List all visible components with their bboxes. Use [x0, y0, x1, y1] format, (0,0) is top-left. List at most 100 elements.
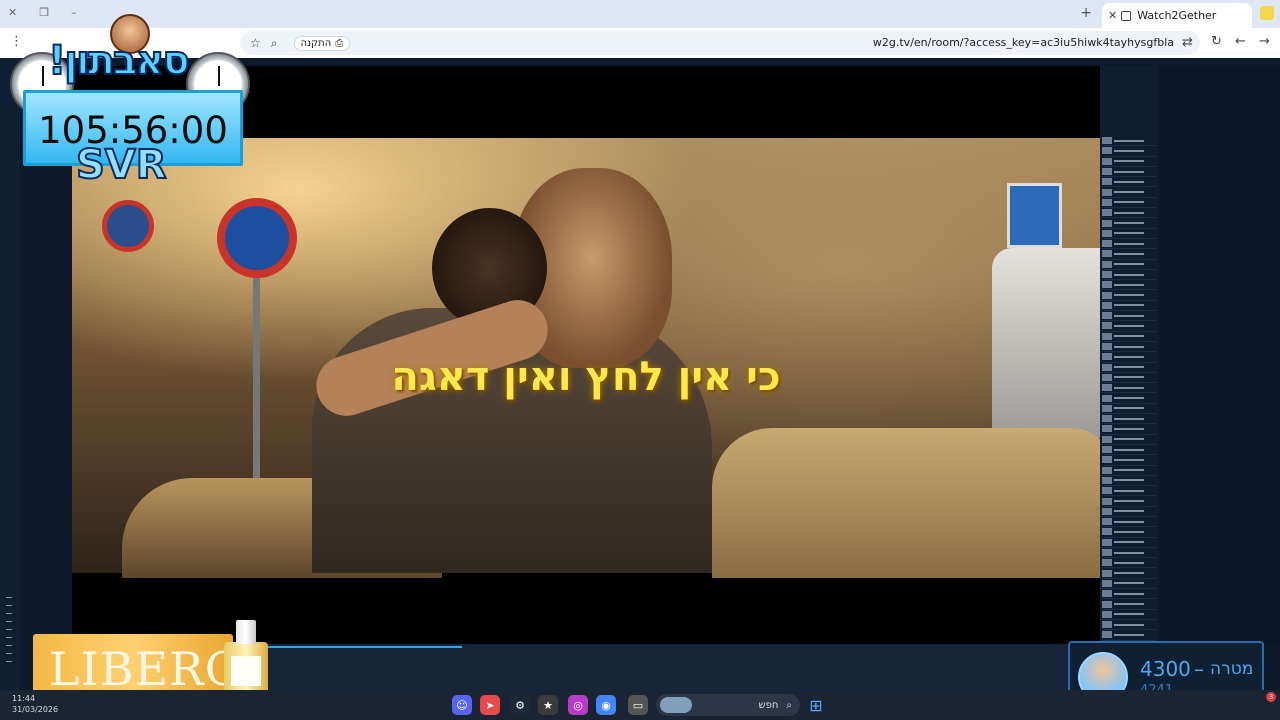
playlist-item[interactable]	[1102, 157, 1156, 167]
playlist-item[interactable]	[1102, 568, 1156, 579]
playlist-thumbnail	[1102, 435, 1112, 443]
playlist-item[interactable]	[1102, 435, 1156, 445]
playlist-title	[1114, 211, 1144, 214]
playlist-item[interactable]	[1102, 466, 1156, 476]
playlist-item[interactable]	[1102, 507, 1156, 517]
playlist-thumbnail	[1102, 487, 1112, 495]
extension-icon[interactable]	[1260, 6, 1274, 20]
playlist-thumbnail	[1102, 610, 1112, 618]
playlist-item[interactable]	[1102, 321, 1156, 332]
playlist-item[interactable]	[1102, 301, 1156, 312]
playlist-item[interactable]	[1102, 342, 1156, 353]
playlist-title	[1114, 500, 1144, 503]
playlist-title	[1114, 252, 1144, 255]
playlist-item[interactable]	[1102, 445, 1156, 456]
playlist-title	[1114, 191, 1144, 194]
playlist-item[interactable]	[1102, 424, 1156, 435]
playlist-thumbnail	[1102, 198, 1112, 206]
taskbar-clock[interactable]: 11:44 31/03/2026	[12, 693, 58, 715]
playlist-title	[1114, 448, 1144, 451]
playlist-item[interactable]	[1102, 146, 1156, 157]
playlist-thumbnail	[1102, 631, 1112, 639]
taskbar-search[interactable]: חפש ⌕	[656, 694, 800, 716]
playlist-thumbnail	[1102, 188, 1112, 196]
playlist-title	[1114, 479, 1144, 482]
playlist-item[interactable]	[1102, 270, 1156, 281]
playlist-item[interactable]	[1102, 393, 1156, 404]
back-icon[interactable]: ←	[1235, 34, 1246, 49]
playlist-item[interactable]	[1102, 620, 1156, 631]
playlist-item[interactable]	[1102, 589, 1156, 600]
tab-close-icon[interactable]: ✕	[1108, 9, 1117, 22]
playlist-item[interactable]	[1102, 177, 1156, 188]
playlist-thumbnail	[1102, 260, 1112, 268]
install-icon: ⎙	[335, 37, 344, 49]
playlist-item[interactable]	[1102, 208, 1156, 219]
address-bar[interactable]: ☆ ⌕ התקנה ⎙ w2g.tv/en/room/?access_key=a…	[240, 31, 1200, 55]
playlist-item[interactable]	[1102, 527, 1156, 538]
right-panel	[1158, 66, 1280, 646]
playlist-item[interactable]	[1102, 579, 1156, 590]
playlist-item[interactable]	[1102, 290, 1156, 301]
tab-watch2gether[interactable]: ✕ Watch2Gether	[1102, 3, 1274, 28]
search-icon[interactable]: ⌕	[271, 36, 278, 51]
site-settings-icon[interactable]: ⇄	[1182, 35, 1193, 50]
playlist-item[interactable]	[1102, 496, 1156, 507]
steam-icon[interactable]: ⚙	[510, 695, 530, 715]
playlist-item[interactable]	[1102, 538, 1156, 548]
chrome-icon[interactable]: ◉	[596, 695, 616, 715]
playlist-item[interactable]	[1102, 187, 1156, 198]
playlist-item[interactable]	[1102, 260, 1156, 270]
playlist-item[interactable]	[1102, 404, 1156, 415]
playlist-thumbnail	[1102, 168, 1112, 176]
playlist-item[interactable]	[1102, 373, 1156, 384]
playlist-item[interactable]	[1102, 332, 1156, 342]
playlist-item[interactable]	[1102, 517, 1156, 528]
playlist-item[interactable]	[1102, 383, 1156, 394]
blue-sign-icon	[1007, 183, 1062, 248]
playlist-item[interactable]	[1102, 218, 1156, 229]
playlist-item[interactable]	[1102, 599, 1156, 610]
svr-label: SVR	[75, 141, 168, 189]
playlist-item[interactable]	[1102, 280, 1156, 291]
brand-title: סאבתון!	[47, 37, 191, 85]
playlist-item[interactable]	[1102, 414, 1156, 425]
playlist-item[interactable]	[1102, 198, 1156, 209]
playlist-item[interactable]	[1102, 167, 1156, 178]
playlist-item[interactable]	[1102, 630, 1156, 641]
telegram-icon[interactable]: ➤	[480, 695, 500, 715]
app-icon[interactable]: ★	[538, 695, 558, 715]
playlist-item[interactable]	[1102, 610, 1156, 620]
playlist-item[interactable]	[1102, 229, 1156, 239]
notification-badge[interactable]: 3	[1266, 692, 1276, 702]
playlist-item[interactable]	[1102, 548, 1156, 559]
playlist-thumbnail	[1102, 590, 1112, 598]
playlist-item[interactable]	[1102, 249, 1156, 260]
install-app-button[interactable]: התקנה ⎙	[293, 35, 351, 51]
discord-icon[interactable]: ☺	[452, 695, 472, 715]
new-tab-button[interactable]: +	[1080, 5, 1092, 21]
playlist-title	[1114, 438, 1144, 441]
playlist-title	[1114, 294, 1144, 297]
playlist-title	[1114, 397, 1144, 400]
playlist-item[interactable]	[1102, 455, 1156, 466]
playlist-item[interactable]	[1102, 363, 1156, 373]
reload-icon[interactable]: ↻	[1211, 34, 1222, 49]
playlist-item[interactable]	[1102, 311, 1156, 322]
windows-start-icon[interactable]: ⊞	[806, 695, 826, 715]
taskbar-search-label: חפש	[758, 699, 779, 711]
playlist-item[interactable]	[1102, 352, 1156, 363]
podcast-icon[interactable]: ◎	[568, 695, 588, 715]
playlist-thumbnail	[1102, 312, 1112, 320]
playlist-item[interactable]	[1102, 558, 1156, 569]
playlist-item[interactable]	[1102, 486, 1156, 497]
playlist-thumbnail	[1102, 559, 1112, 567]
playlist-title	[1114, 489, 1144, 492]
forward-icon[interactable]: →	[1259, 34, 1270, 49]
window-icon[interactable]: ▭	[628, 695, 648, 715]
playlist-item[interactable]	[1102, 136, 1156, 147]
playlist	[1102, 136, 1156, 703]
playlist-item[interactable]	[1102, 476, 1156, 487]
playlist-item[interactable]	[1102, 239, 1156, 250]
playlist-title	[1114, 366, 1144, 369]
